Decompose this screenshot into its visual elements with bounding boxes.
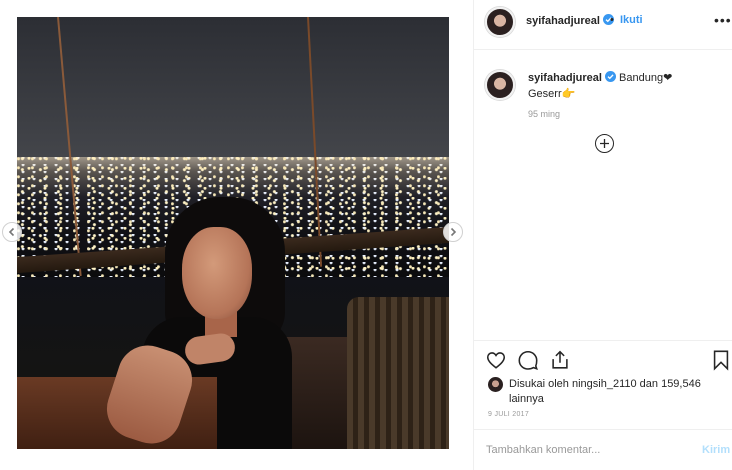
verified-badge-icon (604, 71, 616, 82)
chevron-right-icon (450, 227, 457, 237)
post-date: 9 JULI 2017 (488, 411, 530, 418)
post-photo[interactable] (17, 17, 449, 449)
caption-timestamp[interactable]: 95 ming (528, 109, 560, 119)
more-options-icon[interactable]: ••• (714, 12, 732, 28)
photo-person-face (182, 227, 252, 319)
comment-bar: Kirim (474, 429, 732, 470)
heart-icon[interactable] (485, 349, 507, 371)
share-icon[interactable] (549, 349, 571, 371)
post-actions: Disukai oleh ningsih_2110 dan 159,546 la… (474, 340, 732, 470)
photo-sky (17, 17, 449, 162)
chevron-left-icon (8, 227, 15, 237)
follow-button[interactable]: Ikuti (620, 14, 643, 26)
caption-line2: Geserr👉 (528, 88, 576, 100)
previous-photo-button[interactable] (2, 222, 22, 242)
header-separator: • (610, 14, 614, 26)
next-photo-button[interactable] (443, 222, 463, 242)
bookmark-icon[interactable] (710, 349, 732, 371)
comment-icon[interactable] (517, 349, 539, 371)
avatar[interactable] (485, 7, 515, 37)
caption-avatar[interactable] (485, 70, 515, 100)
plus-icon (600, 139, 609, 148)
comment-input[interactable] (486, 444, 676, 456)
caption-username[interactable]: syifahadjureal (528, 71, 616, 84)
photo-seat (347, 297, 449, 449)
liker-avatar[interactable] (488, 377, 503, 392)
header-username-text[interactable]: syifahadjureal (526, 15, 600, 27)
caption-line1: Bandung❤ (619, 72, 673, 84)
caption-username-text[interactable]: syifahadjureal (528, 72, 602, 84)
likes-text[interactable]: Disukai oleh ningsih_2110 dan 159,546 la… (509, 377, 709, 407)
load-more-comments-button[interactable] (595, 134, 614, 153)
post-header: syifahadjureal • Ikuti ••• (474, 0, 732, 50)
photo-city-glow (17, 157, 449, 197)
caption-text: syifahadjureal Bandung❤ Geserr👉 (528, 70, 718, 102)
post-comment-button[interactable]: Kirim (702, 444, 730, 456)
post-side-panel: syifahadjureal • Ikuti ••• syifahadjurea… (473, 0, 732, 470)
header-username[interactable]: syifahadjureal (526, 14, 614, 27)
